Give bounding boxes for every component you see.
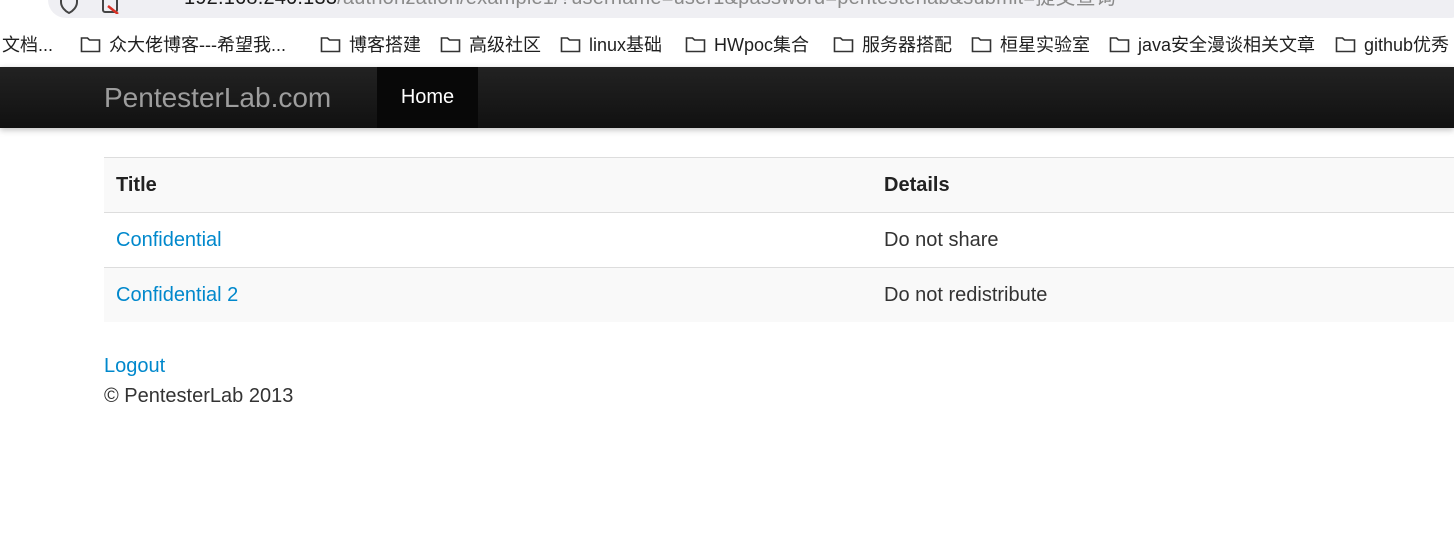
- column-header-details: Details: [872, 157, 1454, 213]
- navbar: PentesterLab.com Home: [0, 67, 1454, 128]
- bookmark-label: 博客搭建: [349, 35, 421, 55]
- brand-link[interactable]: PentesterLab.com: [104, 81, 331, 115]
- record-link[interactable]: Confidential: [116, 229, 222, 251]
- bookmark-label: HWpoc集合: [714, 35, 810, 55]
- folder-icon: [1109, 37, 1130, 53]
- bookmark-folder[interactable]: 高级社区: [440, 30, 541, 58]
- bookmark-folder[interactable]: github优秀: [1335, 30, 1449, 58]
- bookmark-item[interactable]: 文档...: [2, 30, 53, 58]
- bookmark-folder[interactable]: 众大佬博客---希望我...: [80, 30, 286, 58]
- table-row: Confidential Do not share: [104, 212, 1454, 268]
- record-link[interactable]: Confidential 2: [116, 284, 238, 306]
- folder-icon: [560, 37, 581, 53]
- table-cell-details: Do not share: [872, 212, 1454, 268]
- bookmark-label: 众大佬博客---希望我...: [109, 35, 286, 55]
- shield-icon[interactable]: [60, 0, 78, 15]
- folder-icon: [971, 37, 992, 53]
- bookmark-label: github优秀: [1364, 35, 1450, 55]
- folder-icon: [685, 37, 706, 53]
- data-table: Title Details Confidential Do not share …: [104, 157, 1454, 322]
- browser-address-bar: 192.168.240.133/authorization/example1/?…: [0, 0, 1454, 20]
- table-cell-title: Confidential: [104, 212, 872, 268]
- folder-icon: [440, 37, 461, 53]
- not-secure-icon[interactable]: [100, 0, 122, 15]
- url-host: 192.168.240.133: [184, 0, 337, 9]
- bookmark-folder[interactable]: java安全漫谈相关文章: [1109, 30, 1315, 58]
- folder-icon: [1335, 37, 1356, 53]
- copyright-text: © PentesterLab 2013: [104, 385, 294, 407]
- bookmark-folder[interactable]: linux基础: [560, 30, 662, 58]
- bookmark-label: 服务器搭配: [862, 35, 952, 55]
- bookmark-label: linux基础: [589, 35, 663, 55]
- bookmark-label: 文档...: [2, 35, 54, 55]
- folder-icon: [833, 37, 854, 53]
- table-row: Confidential 2 Do not redistribute: [104, 267, 1454, 322]
- bookmark-label: java安全漫谈相关文章: [1138, 35, 1316, 55]
- url-path: /authorization/example1/?username=user1&…: [337, 0, 1116, 9]
- url-text[interactable]: 192.168.240.133/authorization/example1/?…: [184, 0, 1116, 10]
- bookmark-label: 桓星实验室: [1000, 35, 1090, 55]
- column-header-title: Title: [104, 157, 872, 213]
- bookmark-folder[interactable]: 博客搭建: [320, 30, 421, 58]
- bookmark-folder[interactable]: 桓星实验室: [971, 30, 1090, 58]
- table-cell-details: Do not redistribute: [872, 267, 1454, 322]
- table-cell-title: Confidential 2: [104, 267, 872, 322]
- folder-icon: [80, 37, 101, 53]
- logout-link[interactable]: Logout: [104, 355, 165, 378]
- nav-home-link[interactable]: Home: [377, 67, 478, 128]
- table-header-row: Title Details: [104, 157, 1454, 213]
- bookmarks-bar: 文档... 众大佬博客---希望我... 博客搭建 高级社区 linux基础 H…: [0, 20, 1454, 68]
- folder-icon: [320, 37, 341, 53]
- bookmark-folder[interactable]: HWpoc集合: [685, 30, 809, 58]
- bookmark-label: 高级社区: [469, 35, 541, 55]
- bookmark-folder[interactable]: 服务器搭配: [833, 30, 952, 58]
